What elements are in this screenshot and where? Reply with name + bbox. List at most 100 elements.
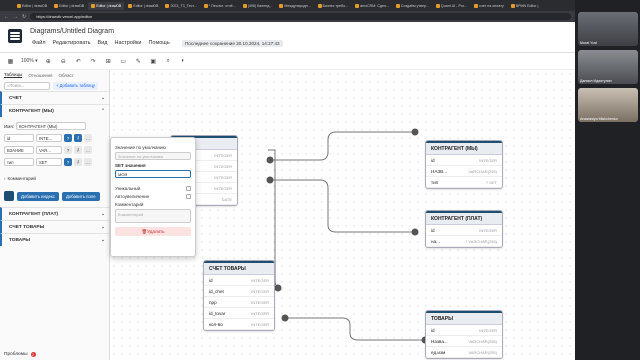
required-toggle[interactable]: ?: [64, 134, 72, 142]
table-kontragent-my[interactable]: КОНТРАГЕНТ (МЫ) id INTEGER НАЗВ... VARCHAR(…: [425, 140, 503, 189]
more-icon[interactable]: …: [84, 158, 92, 166]
url-field[interactable]: https://drawdb.vercel.app/editor: [30, 13, 571, 20]
drawdb-logo: [8, 29, 22, 43]
tab-areas[interactable]: Област: [59, 73, 74, 78]
table-tovary[interactable]: ТОВАРЫ id INTEGER Назва... VARCHAR(255) ед.и…: [425, 310, 503, 359]
table-field-row[interactable]: id_chet INTEGER: [204, 286, 274, 297]
key-icon[interactable]: ⚷: [74, 134, 82, 142]
menu-file[interactable]: Файл: [32, 40, 46, 46]
relation-end-marker: [274, 284, 282, 292]
field-type-select[interactable]: SET: [36, 158, 62, 166]
problems-panel[interactable]: Проблемы 2: [4, 352, 36, 357]
browser-tab[interactable]: BPMN Editor |: [508, 2, 542, 10]
table-field-row[interactable]: кол-во INTEGER: [204, 319, 274, 330]
comment-textarea[interactable]: Комментарий: [115, 209, 191, 223]
table-field-row[interactable]: id INTEGER: [426, 155, 502, 166]
table-header[interactable]: ТОВАРЫ: [426, 313, 502, 325]
required-toggle[interactable]: ?: [64, 158, 72, 166]
section-kontr-my[interactable]: КОНТРАГЕНТ (МЫ) ⌃: [0, 104, 109, 117]
forward-icon[interactable]: →: [13, 14, 18, 20]
table-field-row[interactable]: НАЗВ... VARCHAR(255): [426, 166, 502, 177]
add-area-icon[interactable]: ▭: [119, 57, 128, 66]
tab-relationships[interactable]: Отношения: [28, 73, 52, 78]
browser-tab[interactable]: Бизнес требо...: [315, 2, 351, 10]
browser-tab[interactable]: 2023_T3_Тест...: [162, 2, 199, 10]
table-name-input[interactable]: КОНТРАГЕНТ (МЫ): [16, 122, 87, 130]
table-schet-tovary[interactable]: СЧЕТ ТОВАРЫ id INTEGER id_chet INTEGER npp IN…: [203, 260, 275, 331]
table-field-row[interactable]: id INTEGER: [426, 325, 502, 336]
add-table-icon[interactable]: ⊞: [104, 57, 113, 66]
browser-tab[interactable]: Editor | drawDB: [88, 1, 125, 10]
comment-toggle[interactable]: › Комментарий: [4, 172, 105, 184]
search-icon[interactable]: ⌕: [164, 57, 173, 66]
menu-view[interactable]: Вид: [98, 40, 108, 46]
browser-tab[interactable]: (495) Календ...: [240, 2, 276, 10]
menu-edit[interactable]: Редактировать: [53, 40, 91, 46]
table-field-row[interactable]: id INTEGER: [204, 275, 274, 286]
browser-tab[interactable]: Quant UI - Pro...: [433, 2, 470, 10]
key-icon[interactable]: ⚷: [74, 158, 82, 166]
redo-icon[interactable]: ↷: [89, 57, 98, 66]
layout-icon[interactable]: ▦: [6, 57, 15, 66]
section-tovary[interactable]: ТОВАРЫ ⌄: [0, 233, 109, 246]
add-field-button[interactable]: Добавить поле: [61, 191, 100, 201]
field-type-select[interactable]: VAR...: [36, 146, 62, 154]
field-name-input[interactable]: тип: [4, 158, 34, 166]
browser-tab[interactable]: Editor | drawDB: [125, 2, 161, 10]
section-schet-tovary[interactable]: СЧЕТ ТОВАРЫ ⌄: [0, 220, 109, 233]
zoom-out-icon[interactable]: ⊖: [59, 57, 68, 66]
table-field-row[interactable]: ед.изм VARCHAR(255): [426, 347, 502, 358]
browser-tab[interactable]: Международн...: [276, 2, 313, 10]
save-icon[interactable]: ▣: [149, 57, 158, 66]
table-field-row[interactable]: тип ? SET: [426, 177, 502, 188]
section-kontr-plat[interactable]: КОНТРАГЕНТ (ПЛАТ) ⌄: [0, 207, 109, 220]
add-note-icon[interactable]: ✎: [134, 57, 143, 66]
required-toggle[interactable]: ?: [64, 146, 72, 154]
field-name-input[interactable]: ВЗАНИЕ: [4, 146, 34, 154]
table-header[interactable]: СЧЕТ ТОВАРЫ: [204, 263, 274, 275]
more-icon[interactable]: …: [84, 134, 92, 142]
field-name: id: [431, 227, 435, 233]
table-field-row[interactable]: npp INTEGER: [204, 297, 274, 308]
participant-video: Anastasiya Mishchenko: [578, 88, 638, 122]
zoom-select[interactable]: 100% ▾: [21, 58, 38, 64]
browser-tab[interactable]: * Песочн. отчё...: [201, 2, 239, 10]
browser-tab[interactable]: Editor | drawDB: [51, 2, 87, 10]
table-kontragent-plat[interactable]: КОНТРАГЕНТ (ПЛАТ) id INTEGER на... ? VARCHA…: [425, 210, 503, 248]
field-type-select[interactable]: INTE...: [36, 134, 62, 142]
table-field-row[interactable]: id_tovar INTEGER: [204, 308, 274, 319]
delete-field-button[interactable]: 🗑 Удалить: [115, 227, 191, 236]
zoom-in-icon[interactable]: ⊕: [44, 57, 53, 66]
add-index-button[interactable]: Добавить индекс: [17, 191, 59, 201]
menu-settings[interactable]: Настройки: [114, 40, 141, 46]
unique-checkbox[interactable]: [186, 186, 191, 191]
diagram-title[interactable]: Diagrams/Untitled Diagram: [30, 28, 114, 35]
table-color-swatch[interactable]: [4, 191, 14, 201]
field-name-input[interactable]: id: [4, 134, 34, 142]
browser-tab[interactable]: Editor | drawDB: [14, 2, 50, 10]
set-values-input[interactable]: МОЯ: [115, 170, 191, 178]
set-values-label: SET значения: [115, 163, 146, 168]
table-header[interactable]: КОНТРАГЕНТ (МЫ): [426, 143, 502, 155]
browser-tab[interactable]: Создаём утвер...: [393, 2, 432, 10]
browser-tab[interactable]: счет на оплату: [471, 2, 507, 10]
table-header[interactable]: КОНТРАГЕНТ (ПЛАТ): [426, 213, 502, 225]
add-table-button[interactable]: + Добавить таблицу: [53, 81, 98, 90]
undo-icon[interactable]: ↶: [74, 57, 83, 66]
theme-icon[interactable]: ◐: [179, 57, 188, 66]
menu-help[interactable]: Помощь: [148, 40, 169, 46]
key-icon[interactable]: ⚷: [74, 146, 82, 154]
default-value-input[interactable]: Значение по умолчанию: [115, 152, 191, 160]
default-value-label: Значение по умолчанию: [115, 145, 166, 150]
more-icon[interactable]: …: [84, 146, 92, 154]
autoincrement-checkbox[interactable]: [186, 194, 191, 199]
table-field-row[interactable]: id INTEGER: [426, 225, 502, 236]
table-search-input[interactable]: ⌕ Поиск...: [4, 81, 50, 90]
section-schet[interactable]: СЧЕТ ⌄: [0, 91, 109, 104]
reload-icon[interactable]: ↻: [22, 14, 26, 20]
browser-tab[interactable]: amoCRM: Сдел...: [352, 2, 392, 10]
table-field-row[interactable]: Назва... VARCHAR(255): [426, 336, 502, 347]
table-field-row[interactable]: на... ? VARCHAR(255): [426, 236, 502, 247]
tab-tables[interactable]: Таблицы: [4, 72, 23, 78]
back-icon[interactable]: ←: [4, 14, 9, 20]
